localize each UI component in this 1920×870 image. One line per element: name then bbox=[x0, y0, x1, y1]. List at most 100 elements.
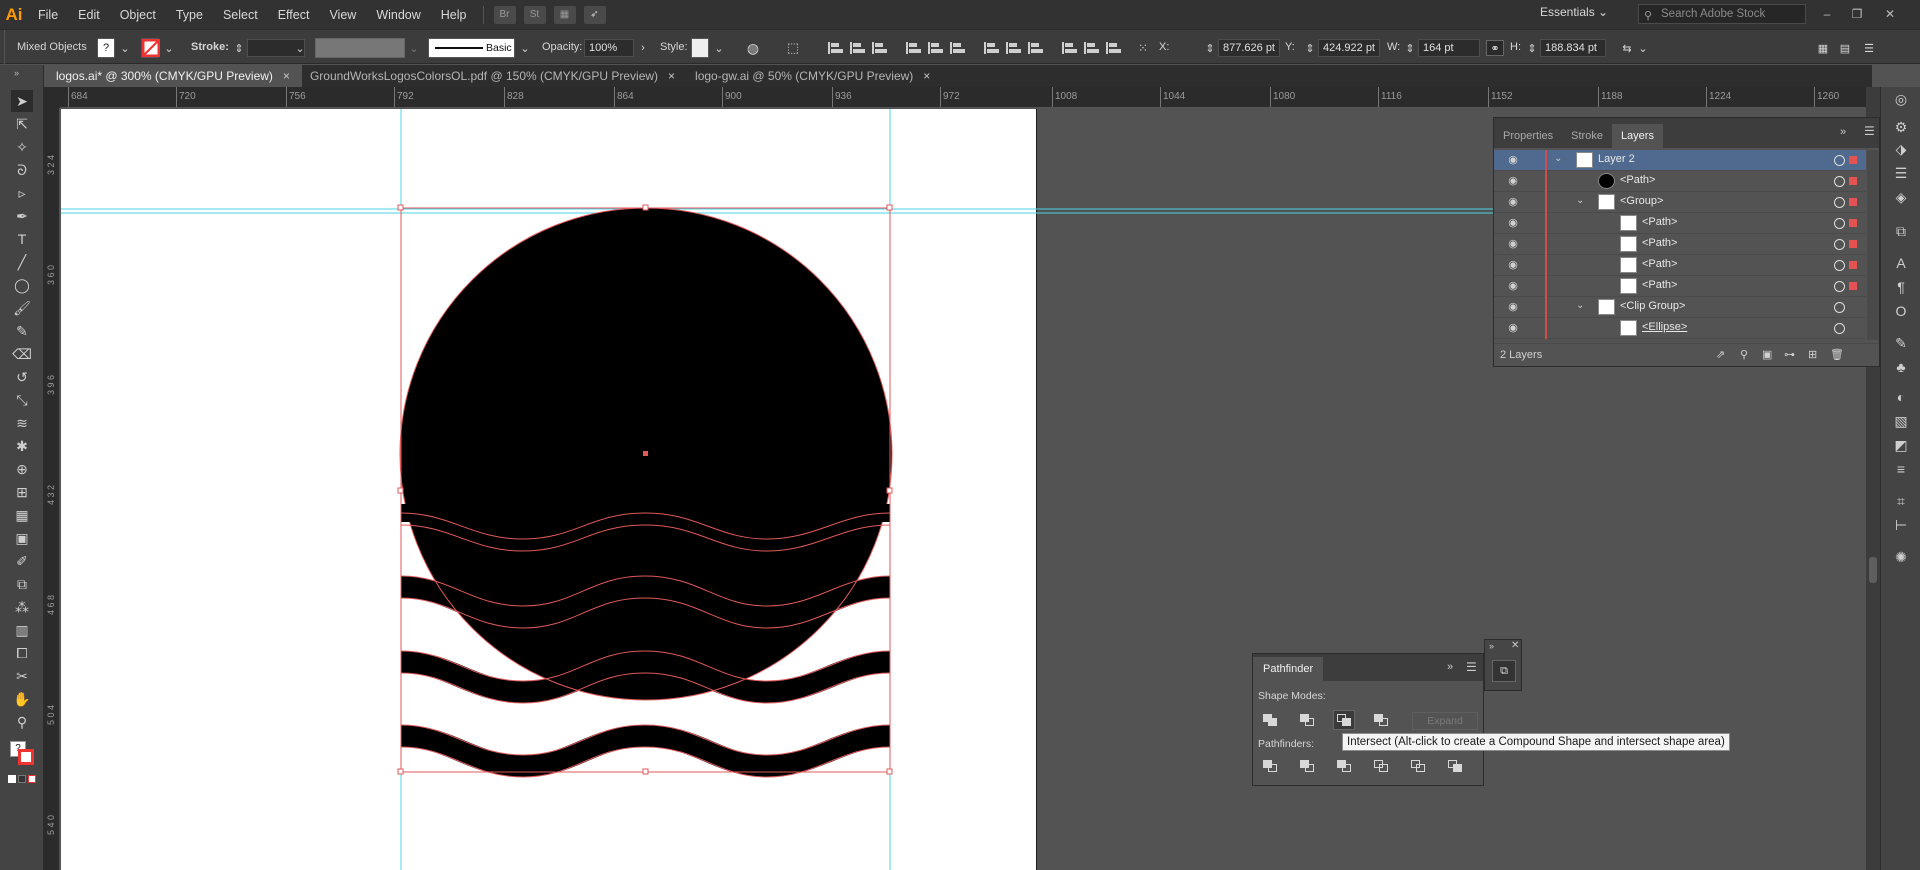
properties-icon[interactable]: ⚙ bbox=[1891, 117, 1911, 137]
pen-tool-icon[interactable]: ✒ bbox=[11, 205, 33, 227]
magic-wand-tool-icon[interactable]: ✧ bbox=[11, 136, 33, 158]
visibility-eye-icon[interactable]: ◉ bbox=[1506, 322, 1520, 334]
layer-name[interactable]: <Clip Group> bbox=[1620, 300, 1685, 312]
layer-row[interactable]: ◉ <Path> bbox=[1494, 234, 1866, 255]
intersect-button[interactable] bbox=[1333, 710, 1355, 730]
chevron-down-icon[interactable]: ⌄ bbox=[291, 40, 309, 56]
tab-layers[interactable]: Layers bbox=[1611, 124, 1663, 148]
mesh-tool-icon[interactable]: ▦ bbox=[11, 504, 33, 526]
align-horizontal-center-icon[interactable] bbox=[848, 40, 866, 56]
perspective-grid-tool-icon[interactable]: ⊞ bbox=[11, 481, 33, 503]
graphic-styles-icon[interactable]: ◐ bbox=[1891, 387, 1911, 407]
handle-bottom-right[interactable] bbox=[886, 768, 893, 775]
symbols-icon[interactable]: ♣ bbox=[1891, 357, 1911, 377]
handle-top[interactable] bbox=[642, 204, 649, 211]
export-icon[interactable]: ⇗ bbox=[1716, 348, 1725, 361]
workspace-switcher[interactable]: Essentials ⌄ bbox=[1540, 5, 1608, 19]
align-icon[interactable]: ⊢ bbox=[1891, 515, 1911, 535]
chevron-down-icon[interactable]: ⌄ bbox=[1554, 153, 1562, 164]
layer-name[interactable]: <Path> bbox=[1642, 258, 1677, 270]
target-icon[interactable] bbox=[1834, 260, 1845, 271]
transparency-icon[interactable]: ▧ bbox=[1891, 411, 1911, 431]
shape-builder-tool-icon[interactable]: ⊕ bbox=[11, 458, 33, 480]
distribute-horizontal-center-icon[interactable] bbox=[1082, 40, 1100, 56]
color-mode-icon[interactable] bbox=[8, 775, 16, 783]
new-sublayer-icon[interactable]: ⊶ bbox=[1784, 348, 1795, 361]
reference-point-icon[interactable]: ⁙ bbox=[1134, 40, 1152, 56]
close-icon[interactable]: ✕ bbox=[1511, 640, 1519, 651]
control-bar-grip[interactable] bbox=[0, 30, 5, 64]
panel-menu-icon[interactable]: ☰ bbox=[1466, 660, 1477, 674]
align-right-icon[interactable] bbox=[870, 40, 888, 56]
align-left-icon[interactable] bbox=[826, 40, 844, 56]
character-icon[interactable]: A bbox=[1891, 253, 1911, 273]
outline-button[interactable] bbox=[1407, 756, 1429, 776]
scale-tool-icon[interactable]: ⤡ bbox=[11, 389, 33, 411]
expand-button[interactable]: Expand bbox=[1412, 712, 1478, 730]
paintbrush-tool-icon[interactable]: 🖌 bbox=[11, 297, 33, 319]
restore-button[interactable]: ❐ bbox=[1845, 4, 1869, 24]
lasso-tool-icon[interactable]: ᘐ bbox=[11, 159, 33, 181]
fill-swatch[interactable]: ? bbox=[97, 38, 115, 58]
tab-properties[interactable]: Properties bbox=[1494, 124, 1562, 148]
handle-bottom[interactable] bbox=[642, 768, 649, 775]
slice-tool-icon[interactable]: ✂ bbox=[11, 665, 33, 687]
h-input[interactable]: 188.834 pt bbox=[1540, 39, 1606, 57]
isolate-group-icon[interactable]: ▦ bbox=[1814, 40, 1832, 56]
zoom-tool-icon[interactable]: ⚲ bbox=[11, 711, 33, 733]
visibility-eye-icon[interactable]: ◉ bbox=[1506, 280, 1520, 292]
delete-layer-icon[interactable]: 🗑 bbox=[1830, 348, 1844, 361]
close-icon[interactable]: × bbox=[923, 65, 930, 87]
cc-libraries-icon[interactable]: ◎ bbox=[1891, 89, 1911, 109]
collapse-tools-icon[interactable]: » bbox=[14, 68, 19, 78]
color-icon[interactable]: ⬗ bbox=[1891, 139, 1911, 159]
type-tool-icon[interactable]: T bbox=[11, 228, 33, 250]
y-stepper[interactable]: ⇕ bbox=[1301, 40, 1319, 56]
chevron-down-icon[interactable]: ⌄ bbox=[1576, 195, 1584, 206]
control-bar-menu-icon[interactable]: ☰ bbox=[1860, 40, 1878, 56]
layer-name[interactable]: <Group> bbox=[1620, 195, 1663, 207]
layer-row[interactable]: ◉ <Ellipse> bbox=[1494, 318, 1866, 339]
menu-view[interactable]: View bbox=[319, 8, 366, 22]
gpu-performance-icon[interactable]: ➶ bbox=[583, 5, 606, 24]
chevron-right-icon[interactable]: › bbox=[634, 40, 652, 56]
target-icon[interactable] bbox=[1834, 281, 1845, 292]
handle-right[interactable] bbox=[886, 487, 893, 494]
blend-tool-icon[interactable]: ⧉ bbox=[11, 573, 33, 595]
chevron-down-icon[interactable]: ⌄ bbox=[1634, 40, 1652, 56]
brush-definition[interactable]: Basic bbox=[428, 38, 515, 58]
tab-logo-gw[interactable]: logo-gw.ai @ 50% (CMYK/GPU Preview) × bbox=[687, 65, 942, 87]
gradient-mode-icon[interactable] bbox=[18, 775, 26, 783]
hand-tool-icon[interactable]: ✋ bbox=[11, 688, 33, 710]
variable-width-profile[interactable] bbox=[315, 38, 405, 58]
ruler-origin[interactable] bbox=[44, 87, 60, 108]
bridge-button[interactable]: Br bbox=[493, 5, 516, 24]
layer-name[interactable]: <Path> bbox=[1642, 279, 1677, 291]
opacity-input[interactable]: 100% bbox=[584, 39, 634, 57]
layers-icon[interactable]: ◈ bbox=[1891, 187, 1911, 207]
menu-object[interactable]: Object bbox=[110, 8, 166, 22]
horizontal-ruler[interactable]: 684 720 756 792 828 864 900 936 972 1008 1044 1080 1… bbox=[60, 87, 1866, 108]
target-icon[interactable] bbox=[1834, 239, 1845, 250]
selected-art-indicator[interactable] bbox=[1849, 177, 1857, 185]
opentype-icon[interactable]: O bbox=[1891, 301, 1911, 321]
chevron-down-icon[interactable]: ⌄ bbox=[160, 40, 178, 56]
tab-logos[interactable]: logos.ai* @ 300% (CMYK/GPU Preview) × bbox=[48, 65, 302, 87]
x-input[interactable]: 877.626 pt bbox=[1218, 39, 1280, 57]
stroke-swatch[interactable] bbox=[141, 38, 161, 58]
pathfinder-panel-icon[interactable]: ⧉ bbox=[1492, 660, 1516, 682]
distribute-vertical-center-icon[interactable] bbox=[1004, 40, 1022, 56]
graphic-style-swatch[interactable] bbox=[691, 38, 709, 58]
minus-front-button[interactable] bbox=[1296, 710, 1318, 730]
visibility-eye-icon[interactable]: ◉ bbox=[1506, 196, 1520, 208]
stock-search-input[interactable]: ⚲ Search Adobe Stock bbox=[1638, 4, 1806, 24]
make-clipping-mask-icon[interactable]: ▣ bbox=[1762, 348, 1772, 361]
menu-file[interactable]: File bbox=[28, 8, 68, 22]
artboards-icon[interactable]: ⧉ bbox=[1891, 221, 1911, 241]
appearance-icon[interactable]: ✺ bbox=[1891, 547, 1911, 567]
tab-groundworks[interactable]: GroundWorksLogosColorsOL.pdf @ 150% (CMY… bbox=[302, 65, 687, 87]
constrain-proportions-link-icon[interactable]: ⚭ bbox=[1486, 40, 1504, 56]
puppet-warp-tool-icon[interactable]: ✱ bbox=[11, 435, 33, 457]
align-bottom-icon[interactable] bbox=[948, 40, 966, 56]
gradient-icon[interactable]: ◩ bbox=[1891, 435, 1911, 455]
